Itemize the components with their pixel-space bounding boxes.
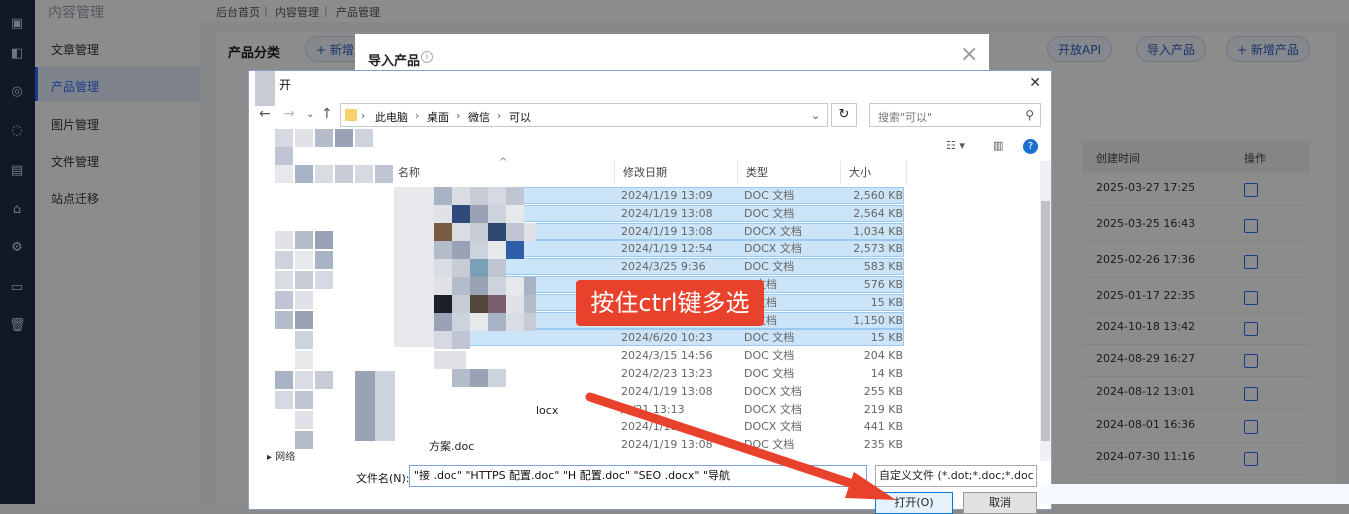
arrow-shaft [585,392,873,494]
arrow-head [845,472,896,500]
bottom-panel-corner [1038,484,1349,504]
annotation-arrow [585,392,896,500]
